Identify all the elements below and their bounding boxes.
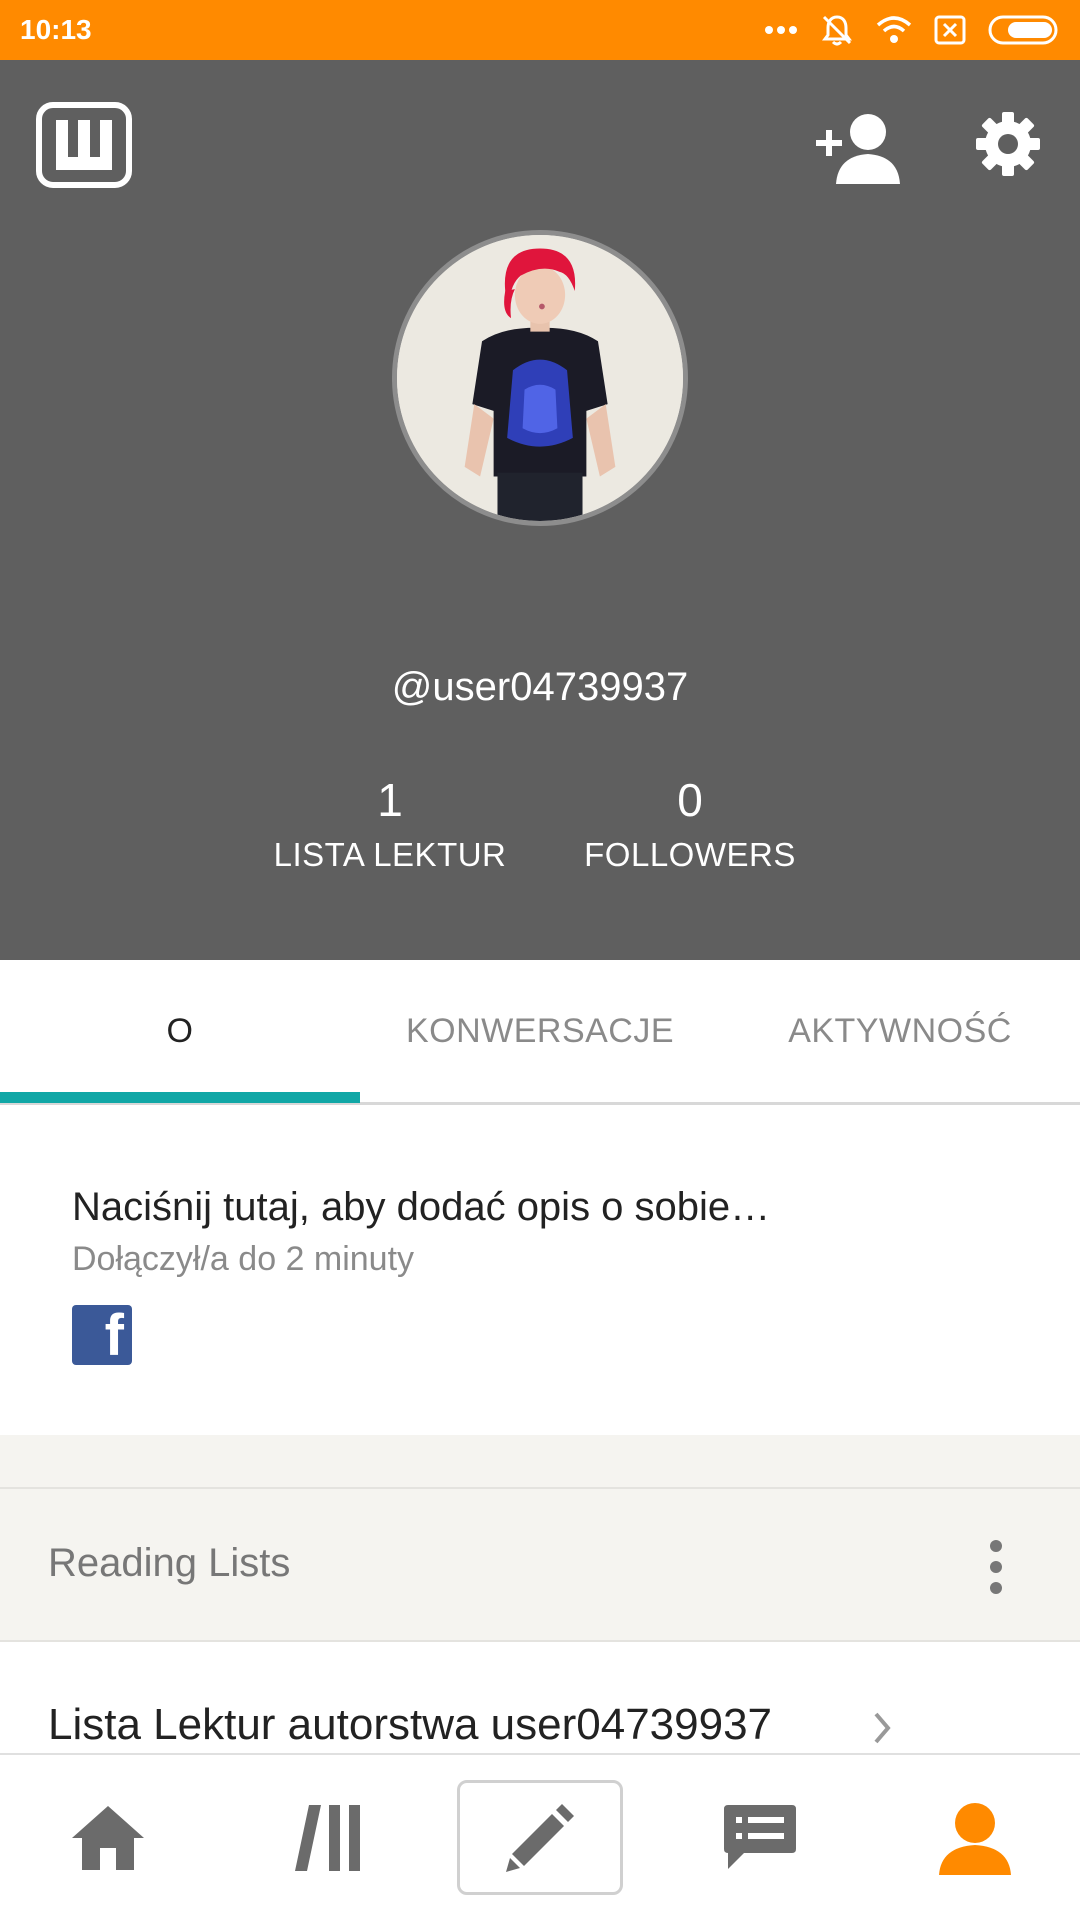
battery-icon — [988, 15, 1058, 45]
stat-reading-lists[interactable]: 1 LISTA LEKTUR — [240, 775, 540, 874]
avatar[interactable] — [392, 230, 688, 526]
tab-conversations[interactable]: KONWERSACJE — [360, 960, 720, 1102]
profile-screen: 10:13 @user04739937 1 LISTA LEKTUR 0 FOL… — [0, 0, 1080, 1920]
no-sim-icon — [934, 15, 966, 45]
wifi-icon — [876, 16, 912, 43]
status-bar: 10:13 — [0, 0, 1080, 60]
section-divider — [0, 1435, 1080, 1487]
tab-about[interactable]: O — [0, 960, 360, 1102]
stat-count: 0 — [677, 774, 703, 826]
write-pencil-icon — [506, 1803, 574, 1872]
reading-lists-header: Reading Lists — [0, 1487, 1080, 1642]
username: @user04739937 — [391, 665, 689, 709]
bottom-navigation — [0, 1753, 1080, 1920]
status-time: 10:13 — [20, 14, 92, 45]
nav-write[interactable] — [457, 1780, 623, 1895]
nav-home[interactable] — [58, 1755, 158, 1920]
chevron-right-icon — [874, 1712, 891, 1744]
reading-list-title: Lista Lektur autorstwa user04739937 — [48, 1700, 773, 1749]
more-dots-icon — [765, 26, 797, 34]
reading-lists-title: Reading Lists — [48, 1541, 291, 1585]
tab-activity[interactable]: AKTYWNOŚĆ — [720, 960, 1080, 1102]
settings-gear-icon[interactable] — [976, 112, 1040, 176]
add-description-prompt[interactable]: Naciśnij tutaj, aby dodać opis o sobie… — [72, 1185, 770, 1230]
add-friend-icon[interactable] — [816, 112, 902, 184]
facebook-icon[interactable]: f — [72, 1305, 132, 1365]
profile-tabs: O KONWERSACJE AKTYWNOŚĆ — [0, 960, 1080, 1105]
profile-icon — [939, 1802, 1011, 1875]
status-icons — [764, 13, 1060, 47]
about-section: Naciśnij tutaj, aby dodać opis o sobie… … — [0, 1105, 1080, 1435]
stat-label: FOLLOWERS — [584, 835, 796, 873]
stat-count: 1 — [377, 774, 403, 826]
nav-profile[interactable] — [925, 1755, 1025, 1920]
nav-library[interactable] — [278, 1755, 378, 1920]
active-tab-indicator — [0, 1092, 360, 1103]
messages-icon — [724, 1804, 796, 1869]
reading-list-item[interactable]: Lista Lektur autorstwa user04739937 — [0, 1642, 1080, 1757]
library-icon — [295, 1804, 360, 1871]
profile-header: @user04739937 1 LISTA LEKTUR 0 FOLLOWERS — [0, 60, 1080, 960]
wattpad-logo-icon[interactable] — [36, 102, 132, 188]
stat-label: LISTA LEKTUR — [273, 835, 507, 873]
more-vertical-icon[interactable] — [986, 1539, 1006, 1595]
stat-followers[interactable]: 0 FOLLOWERS — [540, 775, 840, 874]
nav-messages[interactable] — [710, 1755, 810, 1920]
muted-bell-icon — [822, 15, 852, 46]
joined-date: Dołączył/a do 2 minuty — [72, 1240, 415, 1278]
home-icon — [72, 1805, 144, 1870]
avatar-photo — [397, 235, 683, 521]
